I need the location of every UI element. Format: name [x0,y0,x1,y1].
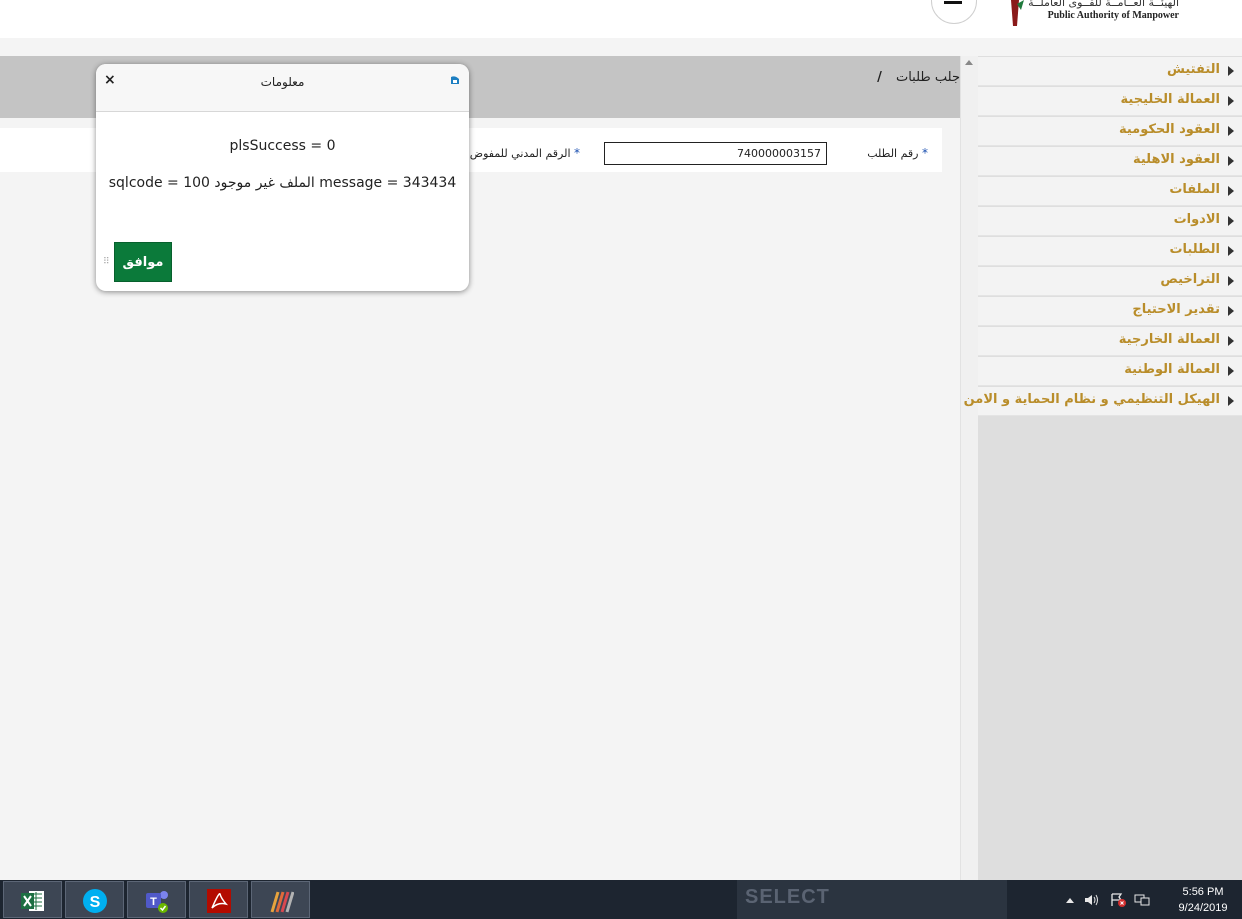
logo-emblem-icon [1011,0,1024,26]
expand-arrow-icon [1228,66,1234,76]
svg-text:T: T [150,896,157,908]
dialog-message-line-2: sqlcode = 100 الملف غير موجود message = … [108,175,457,191]
expand-arrow-icon [1228,186,1234,196]
excel-icon [21,891,44,911]
taskbar-skype-button[interactable]: S [65,881,124,918]
windows-taskbar: S T SELECT 5:56 PM 9/24/2019 [0,880,1242,919]
hamburger-icon [944,1,962,4]
sidebar-item-files[interactable]: الملفات [978,177,1242,206]
taskbar-app-button[interactable] [251,881,310,918]
expand-arrow-icon [1228,246,1234,256]
org-name-english: Public Authority of Manpower [1047,10,1179,21]
sidebar-item-org-structure[interactable]: الهيكل التنظيمي و نظام الحماية و الامن [964,387,1242,416]
breadcrumb-separator: / [877,70,882,85]
org-name-arabic: الهيئــة العــامــة للقــوى العاملــة [1028,0,1179,9]
info-icon [451,76,459,84]
expand-arrow-icon [1228,396,1234,406]
required-mark: * [922,146,928,160]
expand-arrow-icon [1228,366,1234,376]
clock-date[interactable]: 9/24/2019 [1170,902,1236,914]
resize-grip-icon[interactable]: ⠿ [103,257,110,267]
taskbar-acrobat-button[interactable] [189,881,248,918]
expand-arrow-icon [1228,96,1234,106]
dialog-header: × معلومات [96,64,469,112]
info-dialog: × معلومات plsSuccess = 0 sqlcode = 100 ا… [96,64,469,291]
breadcrumb: جلب طلبات / [877,70,960,85]
dialog-message-line-1: plsSuccess = 0 [229,138,336,154]
background-window-ghost: SELECT [737,880,1007,919]
skype-icon: S [83,889,107,913]
clock-time[interactable]: 5:56 PM [1170,886,1236,898]
expand-arrow-icon [1228,216,1234,226]
sidebar-item-licenses[interactable]: التراخيص [978,267,1242,296]
sidebar-item-national-labor[interactable]: العمالة الوطنية [978,357,1242,386]
sidebar-item-needs-estimation[interactable]: تقدير الاحتياج [978,297,1242,326]
ghost-select-text: SELECT [745,886,830,908]
required-mark: * [574,146,580,160]
authority-logo: الهيئــة العــامــة للقــوى العاملــة Pu… [1005,0,1185,30]
sidebar-item-foreign-labor[interactable]: العمالة الخارجية [978,327,1242,356]
sidebar-item-requests[interactable]: الطلبات [978,237,1242,266]
svg-text:S: S [90,894,101,911]
sidebar-item-government-contracts[interactable]: العقود الحكومية [978,117,1242,146]
show-hidden-icons-icon[interactable] [1066,898,1074,903]
sidebar-nav: التفتيش العمالة الخليجية العقود الحكومية… [964,56,1242,880]
sidebar-item-inspection[interactable]: التفتيش [978,57,1242,86]
network-icon[interactable] [1134,893,1150,907]
taskbar-teams-button[interactable]: T [127,881,186,918]
expand-arrow-icon [1228,276,1234,286]
civil-id-label: * الرقم المدني للمفوض [469,146,580,160]
dialog-title: معلومات [260,75,305,89]
content-scrollbar[interactable] [960,56,978,880]
breadcrumb-title: جلب طلبات [895,70,960,85]
ok-button[interactable]: موافق [114,242,172,282]
acrobat-icon [207,889,231,913]
expand-arrow-icon [1228,156,1234,166]
expand-arrow-icon [1228,336,1234,346]
expand-arrow-icon [1228,126,1234,136]
action-center-flag-icon[interactable] [1110,893,1126,907]
sidebar-item-gulf-labor[interactable]: العمالة الخليجية [978,87,1242,116]
sidebar-item-tools[interactable]: الادوات [978,207,1242,236]
volume-icon[interactable] [1084,893,1100,907]
taskbar-excel-button[interactable] [3,881,62,918]
request-number-input[interactable]: 740000003157 [604,142,827,165]
system-tray: 5:56 PM 9/24/2019 [1060,880,1242,919]
expand-arrow-icon [1228,306,1234,316]
top-header: الهيئــة العــامــة للقــوى العاملــة Pu… [0,0,1242,38]
sidebar-item-private-contracts[interactable]: العقود الاهلية [978,147,1242,176]
scroll-up-arrow-icon[interactable] [965,60,973,65]
app-icon [270,891,294,913]
teams-icon: T [146,891,168,913]
menu-toggle-button[interactable] [931,0,977,24]
request-number-label: * رقم الطلب [867,146,928,160]
